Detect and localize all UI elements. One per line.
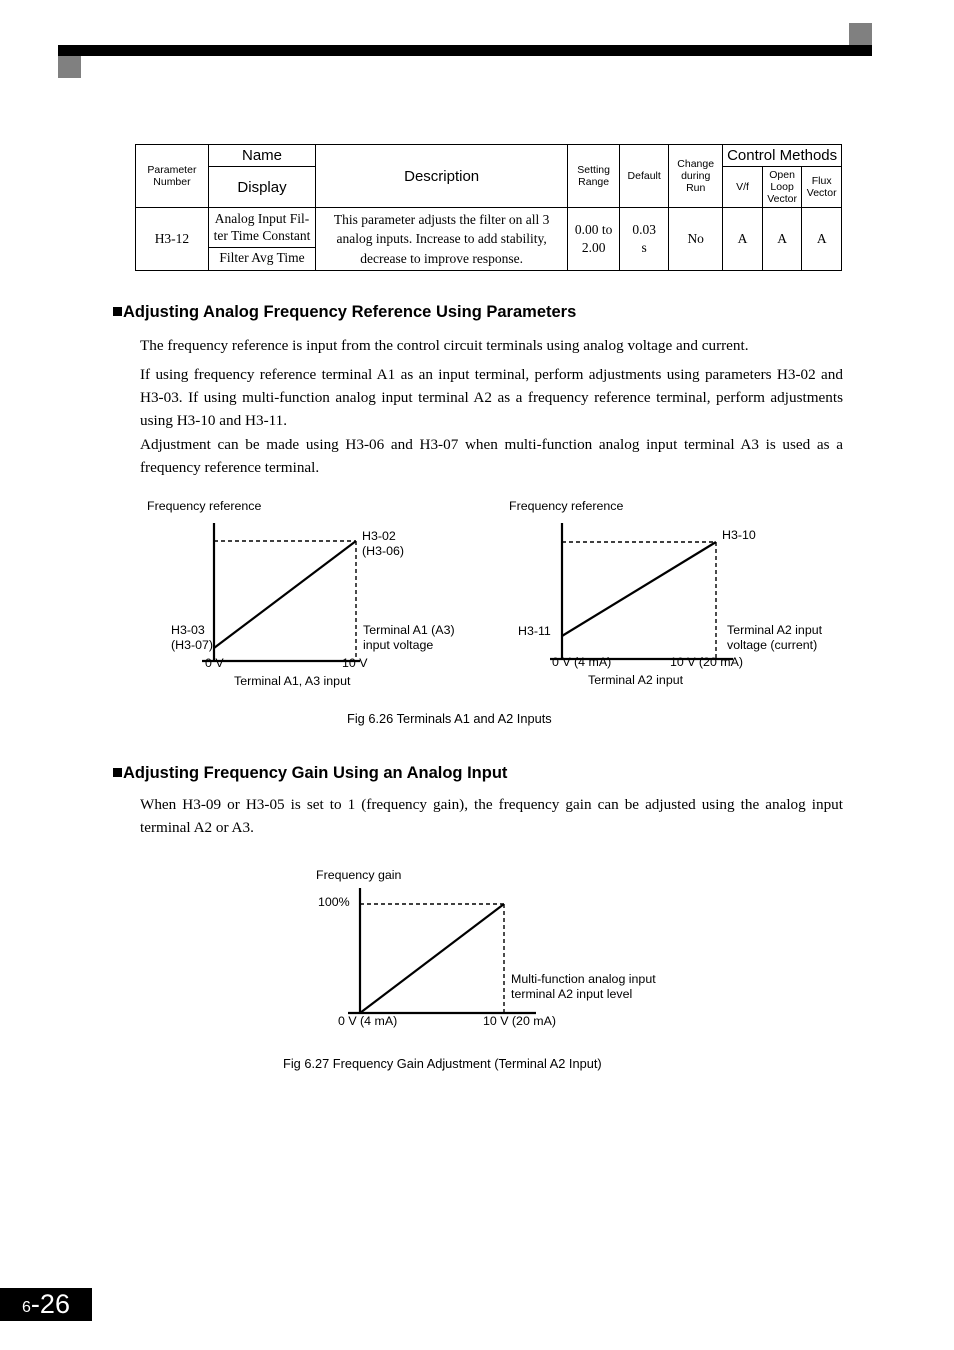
table-header-row: Parameter Number Name Description Settin…: [135, 143, 842, 209]
section-heading-frequency-gain: Adjusting Frequency Gain Using an Analog…: [113, 764, 507, 783]
cell-change-during-run: No: [668, 207, 724, 271]
fig1-right-xtick-10v: 10 V (20 mA): [670, 655, 743, 669]
fig1-left-xtick-10v: 10 V: [342, 656, 368, 670]
fig1-left-top-label: H3-02 (H3-06): [362, 529, 404, 559]
cell-flux-vector: A: [801, 207, 842, 271]
col-header-default: Default: [619, 143, 670, 209]
fig2-graph-svg: [348, 888, 536, 1015]
cell-open-loop-vector: A: [761, 207, 803, 271]
col-header-name: Name: [207, 144, 317, 167]
data-series-line: [561, 541, 717, 637]
fig1-right-side-label: Terminal A2 input voltage (current): [727, 623, 823, 653]
table-row: H3-12 Analog Input Fil- ter Time Constan…: [135, 207, 842, 271]
paragraph-terminal-a3-adjustments: Adjustment can be made using H3-06 and H…: [140, 436, 843, 477]
col-header-description: Description: [315, 143, 569, 209]
col-header-control-methods: Control Methods: [722, 144, 842, 167]
fig1-right-y-axis-label: Frequency reference: [509, 499, 624, 513]
chapter-number: 6: [22, 1298, 31, 1316]
fig1-right-xtick-0v: 0 V (4 mA): [552, 655, 612, 669]
paragraph-frequency-reference-input: The frequency reference is input from th…: [140, 337, 749, 354]
paragraph-terminal-a1-adjustments: If using frequency reference terminal A1…: [140, 366, 843, 430]
fig2-side-label: Multi-function analog input terminal A2 …: [511, 972, 656, 1002]
fig2-ytick-100pct: 100%: [318, 895, 350, 909]
col-header-vf: V/f: [722, 165, 763, 209]
col-header-parameter-number: Parameter Number: [135, 143, 209, 209]
figure-caption-6-26: Fig 6.26 Terminals A1 and A2 Inputs: [347, 711, 552, 726]
data-series-line: [213, 540, 357, 649]
page-number-badge: 6 -26: [0, 1288, 92, 1321]
cell-display: Filter Avg Time: [207, 247, 317, 271]
header-rule: [58, 45, 872, 56]
col-header-flux-vector: Flux Vector: [801, 165, 842, 209]
data-series-line: [359, 903, 505, 1014]
cell-vf: A: [722, 207, 763, 271]
fig1-left-side-label: Terminal A1 (A3) input voltage: [363, 623, 455, 653]
fig2-xtick-0v: 0 V (4 mA): [338, 1014, 398, 1028]
fig1-right-origin-label: H3-11: [518, 624, 551, 638]
col-header-setting-range: Setting Range: [567, 143, 621, 209]
parameter-table: Parameter Number Name Description Settin…: [135, 143, 842, 271]
col-header-display: Display: [207, 165, 317, 209]
fig2-y-axis-label: Frequency gain: [316, 868, 402, 882]
col-header-open-loop-vector: Open Loop Vector: [761, 165, 803, 209]
cell-description: This parameter adjusts the filter on all…: [315, 207, 569, 271]
header-marker-right: [849, 23, 872, 45]
fig1-left-xtick-0v: 0 V: [205, 656, 224, 670]
fig1-left-origin-label: H3-03 (H3-07): [171, 623, 213, 653]
header-marker-left: [58, 56, 81, 78]
cell-parameter-number: H3-12: [135, 207, 209, 271]
fig1-left-y-axis-label: Frequency reference: [147, 499, 262, 513]
section-heading-analog-frequency-reference: Adjusting Analog Frequency Reference Usi…: [113, 303, 576, 322]
paragraph-frequency-gain: When H3-09 or H3-05 is set to 1 (frequen…: [140, 796, 843, 837]
cell-setting-range: 0.00 to 2.00: [567, 207, 621, 271]
fig1-right-top-label: H3-10: [722, 528, 756, 542]
col-header-change-during-run: Change during Run: [668, 143, 724, 209]
fig1-right-x-axis-label: Terminal A2 input: [588, 673, 684, 687]
square-bullet-icon: [113, 768, 122, 777]
fig1-left-x-axis-label: Terminal A1, A3 input: [234, 674, 351, 688]
cell-name: Analog Input Fil- ter Time Constant: [207, 207, 317, 249]
fig2-xtick-10v: 10 V (20 mA): [483, 1014, 556, 1028]
cell-default: 0.03 s: [619, 207, 670, 271]
page-number: -26: [30, 1289, 70, 1319]
square-bullet-icon: [113, 307, 122, 316]
figure-caption-6-27: Fig 6.27 Frequency Gain Adjustment (Term…: [283, 1056, 602, 1071]
